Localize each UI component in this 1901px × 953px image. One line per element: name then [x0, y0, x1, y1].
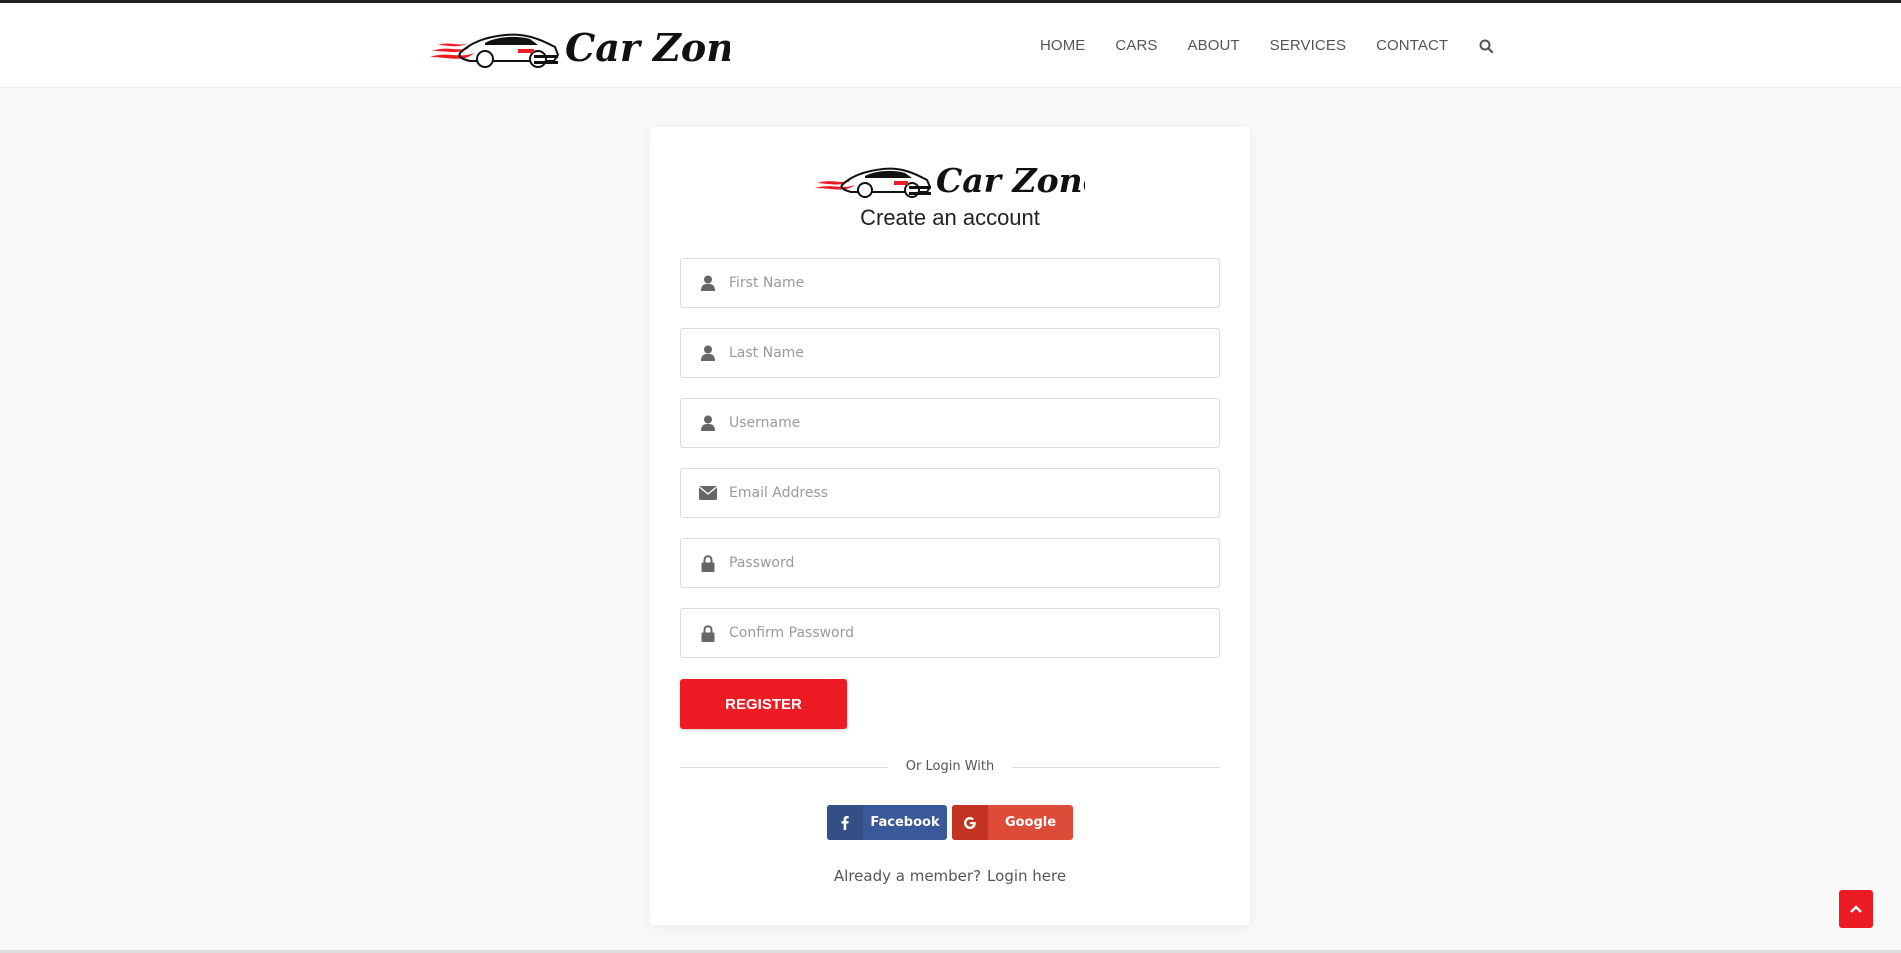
email-input[interactable]: [729, 470, 1219, 516]
member-prompt: Already a member? Login here: [650, 867, 1250, 885]
password-field[interactable]: [680, 538, 1220, 588]
card-brand-logo: Car Zone: [815, 157, 1104, 201]
last-name-field[interactable]: [680, 328, 1220, 378]
user-icon: [681, 259, 735, 307]
envelope-icon: [681, 469, 735, 517]
member-text: Already a member?: [833, 867, 982, 885]
email-field[interactable]: [680, 468, 1220, 518]
nav-cars[interactable]: CARS: [1115, 37, 1157, 54]
login-link[interactable]: Login here: [987, 867, 1066, 885]
confirm-password-input[interactable]: [729, 610, 1219, 656]
brand-logo[interactable]: Car Zone: [430, 21, 730, 75]
username-input[interactable]: [729, 400, 1219, 446]
nav-home[interactable]: HOME: [1040, 37, 1085, 54]
chevron-up-icon: [1850, 905, 1862, 913]
password-input[interactable]: [729, 540, 1219, 586]
user-icon: [681, 399, 735, 447]
nav-contact[interactable]: CONTACT: [1376, 37, 1448, 54]
card-brand-text: Car Zone: [936, 161, 1085, 200]
facebook-label: Facebook: [870, 815, 940, 830]
site-header: Car Zone HOME CARS ABOUT SERVICES CONTAC…: [0, 3, 1901, 88]
last-name-input[interactable]: [729, 330, 1219, 376]
back-to-top-button[interactable]: [1839, 890, 1873, 928]
first-name-input[interactable]: [729, 260, 1219, 306]
user-icon: [681, 329, 735, 377]
main-nav: HOME CARS ABOUT SERVICES CONTACT: [1040, 3, 1496, 88]
google-login-button[interactable]: Google: [952, 805, 1073, 840]
google-label: Google: [1004, 815, 1057, 830]
username-field[interactable]: [680, 398, 1220, 448]
confirm-password-field[interactable]: [680, 608, 1220, 658]
lock-icon: [681, 539, 735, 587]
google-icon: [952, 805, 988, 840]
facebook-login-button[interactable]: Facebook: [827, 805, 947, 840]
brand-text: Car Zone: [565, 25, 730, 70]
facebook-icon: [827, 805, 863, 840]
or-login-divider: Or Login With: [680, 757, 1220, 777]
first-name-field[interactable]: [680, 258, 1220, 308]
nav-about[interactable]: ABOUT: [1187, 37, 1239, 54]
form-title: Create an account: [860, 205, 1040, 230]
search-icon[interactable]: [1476, 36, 1496, 56]
register-card: Car Zone Create an account: [650, 127, 1250, 925]
lock-icon: [681, 609, 735, 657]
divider-line-right: [1012, 767, 1220, 768]
register-button[interactable]: REGISTER: [680, 679, 847, 729]
nav-services[interactable]: SERVICES: [1270, 37, 1346, 54]
